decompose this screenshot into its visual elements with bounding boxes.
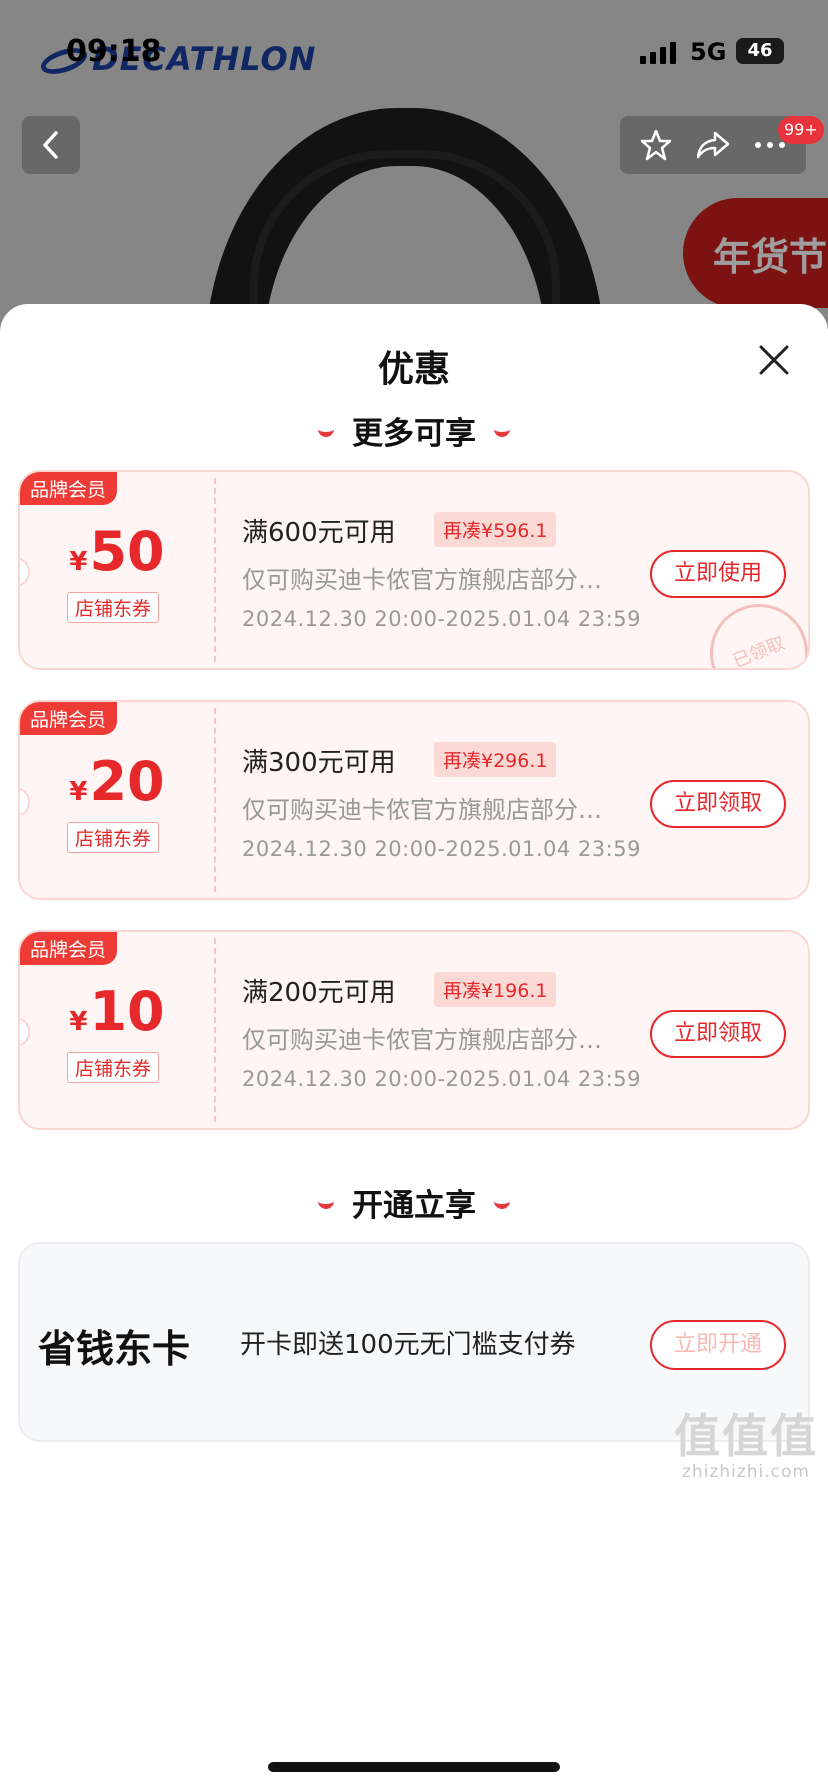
chevron-left-icon xyxy=(43,131,58,159)
watermark: 值值值 zhizhizhi.com xyxy=(664,1410,828,1482)
star-icon[interactable] xyxy=(639,128,673,162)
section-more-header: 更多可享 xyxy=(0,408,828,453)
notification-badge: 99+ xyxy=(778,116,824,144)
battery-icon: 46 xyxy=(736,38,784,64)
coupon-card: 品牌会员 ¥20 店铺东券 满300元可用 再凑¥296.1 仅可购买迪卡侬官方… xyxy=(18,700,810,900)
coupon-condition: 满600元可用 xyxy=(242,518,396,548)
sheet-title: 优惠 xyxy=(377,349,450,390)
claimed-stamp: 已领取 xyxy=(695,589,808,668)
watermark-logo: 值值值 xyxy=(674,1409,818,1463)
open-card-button[interactable]: 立即开通 xyxy=(650,1320,786,1370)
card-name: 省钱东卡 xyxy=(38,1327,191,1371)
coupon-amount: ¥50 xyxy=(69,520,165,583)
coupon-type-tag: 店铺东券 xyxy=(67,1052,160,1083)
coupon-validity: 2024.12.30 20:00-2025.01.04 23:59 xyxy=(242,837,641,861)
status-time: 09:18 xyxy=(66,34,162,69)
discount-sheet: 优惠 更多可享 品牌会员 ¥50 店铺东券 满600元可用 再凑¥596.1 仅… xyxy=(0,304,828,1792)
back-button[interactable] xyxy=(22,116,80,174)
coupon-scope: 仅可购买迪卡侬官方旗舰店部分… xyxy=(242,566,602,594)
coupon-gap: 再凑¥596.1 xyxy=(434,512,557,547)
coupon-validity: 2024.12.30 20:00-2025.01.04 23:59 xyxy=(242,1067,641,1091)
coupon-amount: ¥20 xyxy=(69,750,165,813)
home-indicator[interactable] xyxy=(268,1762,560,1772)
watermark-site: zhizhizhi.com xyxy=(682,1462,810,1482)
claim-now-button[interactable]: 立即领取 xyxy=(650,1010,786,1058)
signal-icon xyxy=(640,42,676,64)
close-icon[interactable] xyxy=(756,342,792,378)
member-badge: 品牌会员 xyxy=(20,932,118,965)
decoration-icon xyxy=(494,427,510,437)
share-icon[interactable] xyxy=(695,129,731,161)
coupon-condition: 满300元可用 xyxy=(242,748,396,778)
network-type: 5G xyxy=(690,38,727,66)
card-description: 开卡即送100元无门槛支付券 xyxy=(240,1330,576,1360)
coupon-gap: 再凑¥296.1 xyxy=(434,742,557,777)
more-icon[interactable] xyxy=(753,140,787,150)
status-bar: 09:18 5G 46 xyxy=(0,0,828,100)
coupon-validity: 2024.12.30 20:00-2025.01.04 23:59 xyxy=(242,607,641,631)
member-badge: 品牌会员 xyxy=(20,472,118,505)
section-open-header: 开通立享 xyxy=(0,1180,828,1225)
coupon-scope: 仅可购买迪卡侬官方旗舰店部分… xyxy=(242,1026,602,1054)
coupon-amount: ¥10 xyxy=(69,980,165,1043)
coupon-card: 品牌会员 ¥50 店铺东券 满600元可用 再凑¥596.1 仅可购买迪卡侬官方… xyxy=(18,470,810,670)
coupon-condition: 满200元可用 xyxy=(242,978,396,1008)
coupon-type-tag: 店铺东券 xyxy=(67,592,160,623)
member-badge: 品牌会员 xyxy=(20,702,118,735)
coupon-type-tag: 店铺东券 xyxy=(67,822,160,853)
claim-now-button[interactable]: 立即领取 xyxy=(650,780,786,828)
use-now-button[interactable]: 立即使用 xyxy=(650,550,786,598)
decoration-icon xyxy=(318,427,334,437)
decoration-icon xyxy=(494,1199,510,1209)
coupon-scope: 仅可购买迪卡侬官方旗舰店部分… xyxy=(242,796,602,824)
coupon-gap: 再凑¥196.1 xyxy=(434,972,557,1007)
decoration-icon xyxy=(318,1199,334,1209)
coupon-card: 品牌会员 ¥10 店铺东券 满200元可用 再凑¥196.1 仅可购买迪卡侬官方… xyxy=(18,930,810,1130)
